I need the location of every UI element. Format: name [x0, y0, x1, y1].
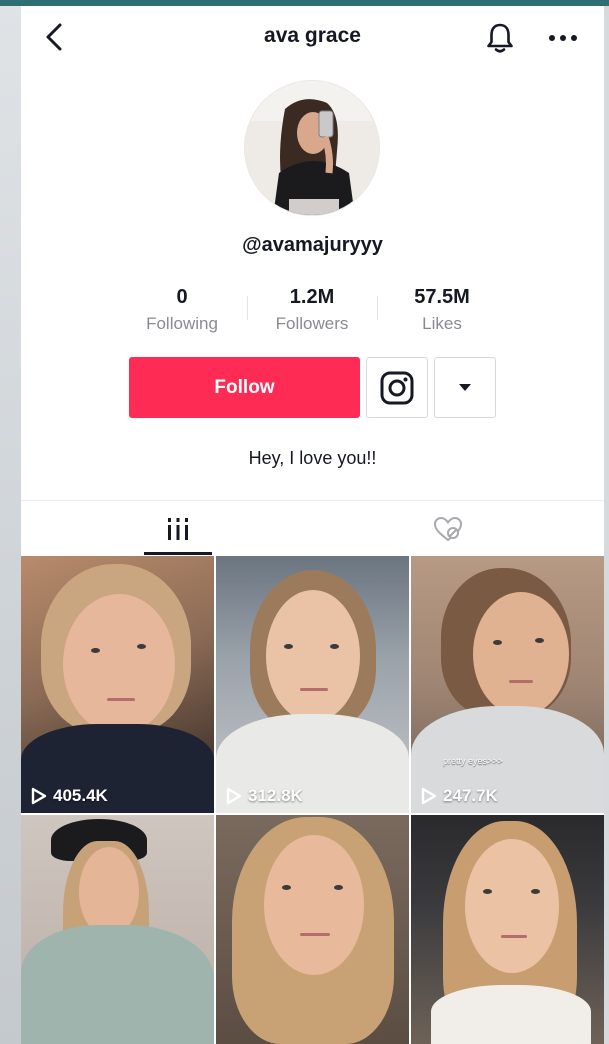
- eye-shape: [282, 885, 291, 890]
- face-shape: [473, 592, 569, 716]
- eye-shape: [493, 640, 502, 645]
- tab-videos[interactable]: [144, 503, 212, 555]
- header: ava grace: [21, 6, 604, 66]
- likes-count: 57.5M: [414, 286, 470, 308]
- instagram-icon: [380, 371, 414, 404]
- video-caption: pretty eyes>>>: [443, 756, 503, 766]
- face-shape: [79, 847, 139, 937]
- hoodie-shape: [21, 925, 214, 1044]
- profile-username: @avamajuryyy: [242, 234, 383, 256]
- video-thumbnail[interactable]: 405.4K: [21, 556, 214, 813]
- avatar[interactable]: [244, 80, 380, 216]
- bell-icon: [487, 23, 513, 53]
- face-shape: [266, 590, 360, 722]
- video-thumbnail[interactable]: [411, 815, 604, 1044]
- background-left: [0, 6, 21, 1044]
- followers-label: Followers: [275, 314, 349, 333]
- eye-shape: [334, 885, 343, 890]
- video-views: 247.7K: [421, 786, 498, 806]
- video-thumbnail[interactable]: 312.8K: [216, 556, 409, 813]
- following-label: Following: [146, 314, 218, 333]
- followers-count: 1.2M: [289, 286, 335, 308]
- eye-shape: [531, 889, 540, 894]
- video-views: 405.4K: [31, 786, 108, 806]
- suggested-accounts-button[interactable]: [434, 357, 496, 418]
- play-icon: [31, 787, 47, 805]
- mouth-shape: [509, 680, 533, 683]
- avatar-photo: [245, 81, 379, 215]
- mouth-shape: [501, 935, 527, 938]
- video-views: 312.8K: [226, 786, 303, 806]
- eye-shape: [535, 638, 544, 643]
- following-count: 0: [176, 286, 188, 308]
- instagram-button[interactable]: [366, 357, 428, 418]
- caret-down-icon: [459, 384, 471, 391]
- video-thumbnail[interactable]: [216, 815, 409, 1044]
- mouth-shape: [300, 688, 328, 691]
- tab-liked[interactable]: [414, 503, 482, 555]
- eye-shape: [91, 648, 100, 653]
- shirt-shape: [431, 985, 591, 1044]
- profile-screen: ava grace @avamajuryyy 0 Following 1.2M …: [21, 6, 604, 1044]
- face-shape: [63, 594, 175, 734]
- likes-label: Likes: [422, 314, 462, 333]
- back-button[interactable]: [39, 20, 69, 54]
- tabs-divider: [21, 500, 604, 501]
- profile-stats: 0 Following 1.2M Followers 57.5M Likes: [21, 286, 604, 336]
- play-icon: [226, 787, 242, 805]
- video-thumbnail[interactable]: [21, 815, 214, 1044]
- video-thumbnail[interactable]: pretty eyes>>> 247.7K: [411, 556, 604, 813]
- stat-followers[interactable]: 1.2M Followers: [247, 286, 377, 334]
- video-views-count: 312.8K: [248, 786, 303, 805]
- grid-icon: [168, 518, 188, 540]
- video-views-count: 247.7K: [443, 786, 498, 805]
- eye-shape: [284, 644, 293, 649]
- active-tab-indicator: [144, 552, 212, 555]
- mouth-shape: [300, 933, 330, 936]
- mouth-shape: [107, 698, 135, 701]
- page-title: ava grace: [264, 24, 361, 47]
- more-options-button[interactable]: [545, 24, 581, 52]
- stat-following[interactable]: 0 Following: [117, 286, 247, 334]
- eye-shape: [137, 644, 146, 649]
- background-right: [604, 6, 609, 1044]
- eye-shape: [483, 889, 492, 894]
- stat-likes[interactable]: 57.5M Likes: [377, 286, 507, 334]
- video-views-count: 405.4K: [53, 786, 108, 805]
- face-shape: [264, 835, 364, 975]
- face-shape: [465, 839, 559, 973]
- eye-shape: [330, 644, 339, 649]
- video-grid: 405.4K 312.8K pretty eyes>>> 247.7K: [21, 556, 604, 1044]
- play-icon: [421, 787, 437, 805]
- more-horizontal-icon: [549, 35, 577, 41]
- chevron-left-icon: [46, 23, 62, 51]
- follow-button[interactable]: Follow: [129, 357, 360, 418]
- profile-bio: Hey, I love you!!: [248, 448, 377, 468]
- liked-hidden-icon: [433, 516, 463, 542]
- notifications-button[interactable]: [483, 20, 517, 56]
